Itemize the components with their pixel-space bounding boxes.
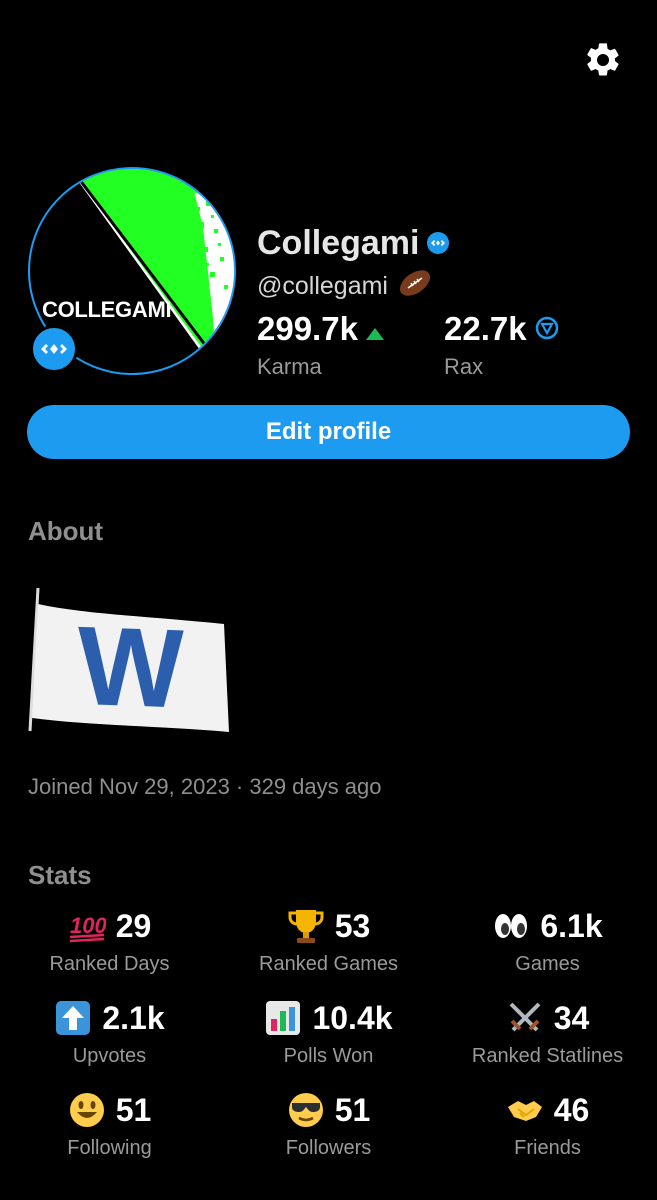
avatar-logo-text: COLLEGAMI: [42, 297, 172, 322]
stat-value: 53: [334, 907, 371, 944]
verified-badge-icon: [427, 224, 450, 263]
stat-friends[interactable]: 46 Friends: [438, 1089, 657, 1160]
profile-handle: @collegami: [257, 268, 432, 305]
stat-following[interactable]: 51 Following: [0, 1089, 219, 1160]
stat-label: Followers: [285, 1137, 372, 1159]
crossed-swords-icon: [509, 1002, 541, 1032]
sunglasses-face-icon: [288, 1093, 323, 1127]
rax-token-icon: [535, 310, 559, 348]
karma-value-text: 299.7k: [257, 310, 358, 347]
stat-ranked-games[interactable]: 53 Ranked Games: [219, 905, 438, 976]
profile-handle-text: @collegami: [257, 272, 388, 300]
stats-heading: Stats: [28, 860, 92, 890]
stat-label: Friends: [514, 1137, 581, 1159]
eyes-icon: [495, 914, 528, 938]
stat-upvotes[interactable]: 2.1k Upvotes: [0, 997, 219, 1068]
stat-value: 2.1k: [102, 999, 165, 1036]
trophy-icon: [288, 910, 324, 943]
collegami-badge-icon: [30, 325, 78, 373]
stat-value: 34: [553, 999, 590, 1036]
stat-value: 29: [115, 907, 152, 944]
stat-ranked-days[interactable]: 100 29 Ranked Days: [0, 905, 219, 976]
stat-value: 6.1k: [540, 907, 603, 944]
stat-value: 10.4k: [312, 999, 393, 1036]
stat-label: Ranked Days: [49, 953, 170, 975]
rax-value-text: 22.7k: [444, 310, 527, 347]
smiley-icon: [69, 1093, 104, 1127]
stat-label: Ranked Games: [259, 953, 398, 975]
settings-gear-icon[interactable]: [583, 40, 623, 80]
stat-value: 51: [115, 1091, 152, 1128]
profile-name-text: Collegami: [257, 224, 420, 262]
profile-name: Collegami: [257, 224, 450, 263]
w-flag-image: W: [24, 586, 234, 736]
handshake-icon: [507, 1101, 542, 1121]
about-heading: About: [28, 516, 104, 546]
up-arrow-icon: [56, 1001, 91, 1035]
stat-label: Games: [515, 953, 580, 975]
stat-label: Ranked Statlines: [471, 1045, 624, 1067]
joined-date: Joined Nov 29, 2023 · 329 days ago: [28, 774, 382, 799]
stat-label: Upvotes: [72, 1045, 147, 1067]
stat-followers[interactable]: 51 Followers: [219, 1089, 438, 1160]
edit-profile-button[interactable]: Edit profile: [27, 405, 630, 459]
stat-label: Following: [67, 1137, 152, 1159]
karma-up-arrow-icon: [365, 310, 384, 348]
flag-letter: W: [78, 603, 184, 732]
rax-label: Rax: [444, 354, 484, 379]
rax-value: 22.7k: [444, 310, 559, 348]
stat-ranked-statlines[interactable]: 34 Ranked Statlines: [438, 997, 657, 1068]
stat-label: Polls Won: [283, 1045, 374, 1067]
stat-value: 51: [334, 1091, 371, 1128]
hundred-points-icon: 100: [69, 913, 106, 943]
football-icon: [398, 268, 432, 305]
bar-chart-icon: [266, 1001, 301, 1035]
karma-value: 299.7k: [257, 310, 384, 348]
stat-polls-won[interactable]: 10.4k Polls Won: [219, 997, 438, 1068]
karma-label: Karma: [257, 354, 322, 379]
stat-games[interactable]: 6.1k Games: [438, 905, 657, 976]
stat-value: 46: [553, 1091, 590, 1128]
